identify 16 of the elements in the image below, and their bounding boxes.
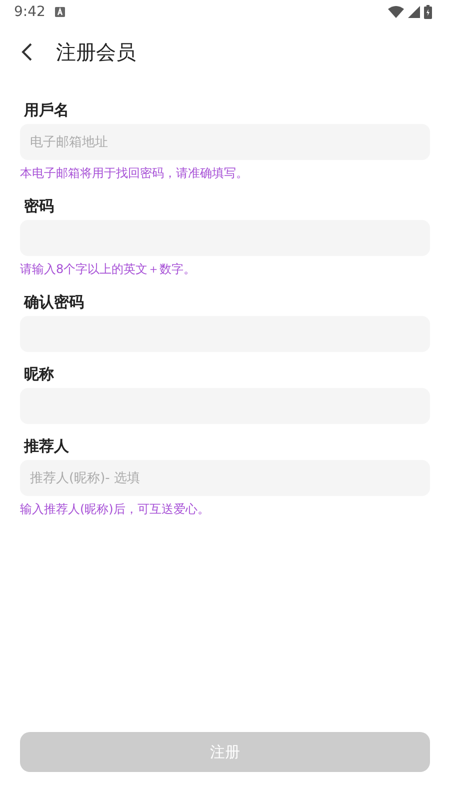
hint-text: 请输入8个字以上的英文＋数字。 [20,261,196,278]
wifi-icon [388,6,404,18]
field-label: 用戶名 [22,100,69,120]
hint-text: 输入推荐人(昵称)后，可互送爱心。 [20,501,210,518]
notification-icon [55,7,66,17]
input-field[interactable]: 电子邮箱地址 [20,124,430,160]
input-field[interactable]: 推荐人(昵称)- 选填 [20,460,430,496]
field-label: 推荐人 [22,436,69,456]
field-label: 密码 [23,196,54,216]
signal-icon [408,6,420,18]
hint-text: 本电子邮箱将用于找回密码，请准确填写。 [20,165,248,182]
page-title: 注册会员 [56,39,136,66]
field-label: 确认密码 [22,292,84,312]
status-time: 9:42 [14,2,46,22]
field-label: 昵称 [23,364,54,384]
battery-icon [424,5,432,19]
